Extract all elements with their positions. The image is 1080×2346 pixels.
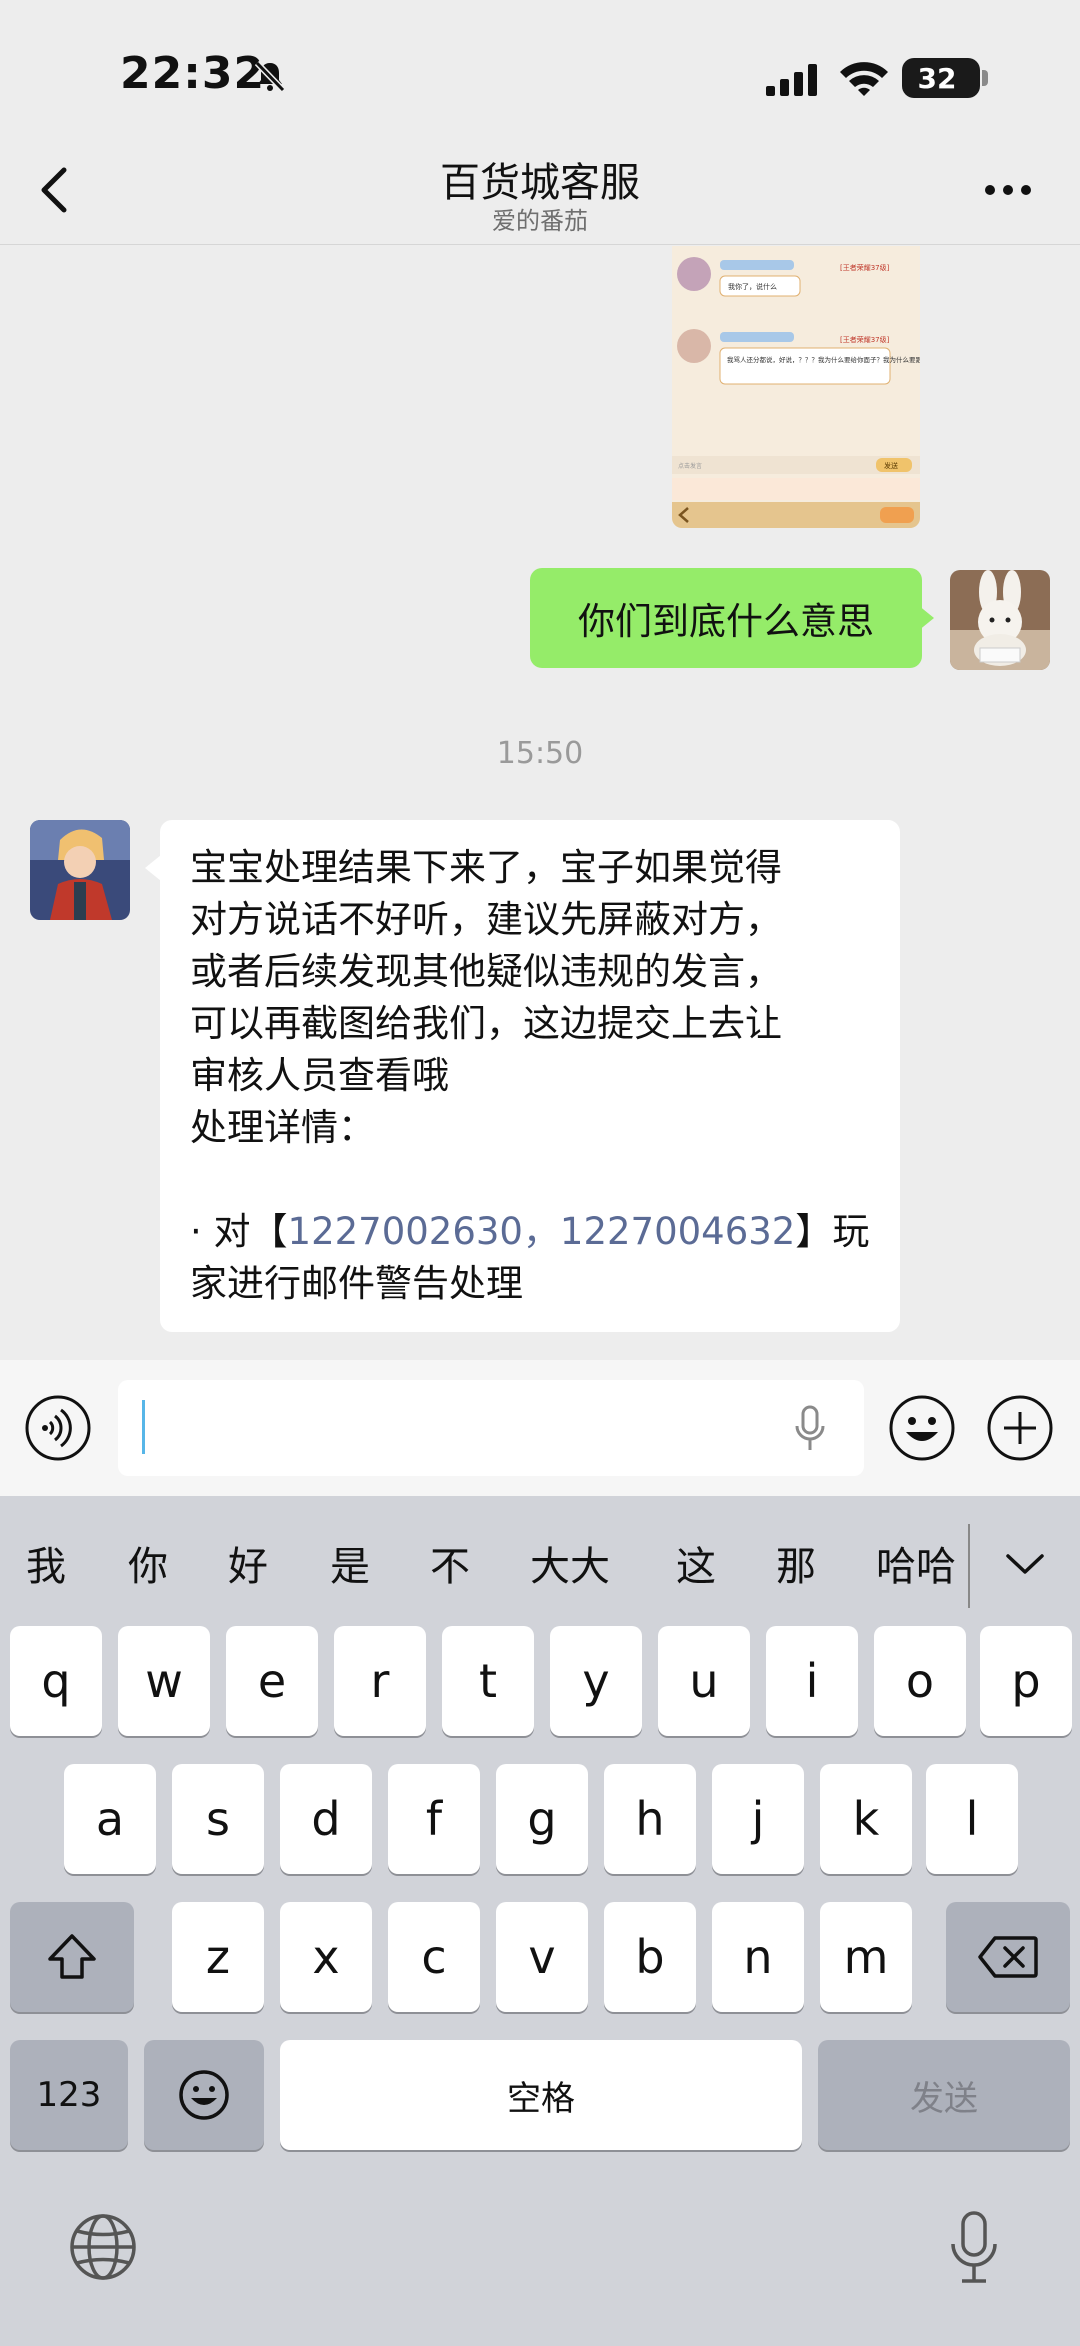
microphone-icon[interactable] bbox=[792, 1404, 828, 1454]
candidate-word[interactable]: 哈哈 bbox=[876, 1534, 956, 1592]
detail-suffix: 】玩 bbox=[795, 1210, 870, 1253]
detail-line-2: 家进行邮件警告处理 bbox=[190, 1262, 523, 1305]
emoji-button[interactable] bbox=[888, 1394, 956, 1462]
svg-text:我骂人还分都说，好说，？？？我为什么要给你面子？我为什么要跟: 我骂人还分都说，好说，？？？我为什么要给你面子？我为什么要跟你讲素质？ bbox=[727, 355, 920, 364]
screenshot-msg-2: 我骂人还分都说，好说，？？？我为什么要给你面子？我为什么要跟你讲素质？ bbox=[727, 355, 920, 364]
key-e[interactable]: e bbox=[226, 1626, 318, 1736]
agent-avatar-image bbox=[30, 820, 130, 920]
key-f[interactable]: f bbox=[388, 1764, 480, 1874]
my-bubble-tail bbox=[918, 605, 934, 631]
agent-message-line: 可以再截图给我们，这边提交上去让 bbox=[190, 1002, 782, 1045]
key-h[interactable]: h bbox=[604, 1764, 696, 1874]
key-k[interactable]: k bbox=[820, 1764, 912, 1874]
text-caret bbox=[142, 1400, 145, 1454]
screenshot-thumbnail: [王者荣耀37级] 我你了，说什么 [王者荣耀37级] 我骂人还分都说，好说，？… bbox=[672, 246, 920, 528]
candidate-word[interactable]: 是 bbox=[330, 1534, 370, 1592]
emoji-keyboard-icon bbox=[179, 2070, 229, 2120]
agent-message-bubble[interactable]: 宝宝处理结果下来了，宝子如果觉得 对方说话不好听，建议先屏蔽对方， 或者后续发现… bbox=[160, 820, 900, 1332]
send-key[interactable]: 发送 bbox=[818, 2040, 1070, 2150]
backspace-key[interactable] bbox=[946, 1902, 1070, 2012]
screenshot-send: 发送 bbox=[884, 461, 898, 470]
candidate-word[interactable]: 那 bbox=[776, 1534, 816, 1592]
bunny-avatar-image bbox=[950, 570, 1050, 670]
player-avatar-1 bbox=[677, 257, 711, 291]
detail-prefix: · 对【 bbox=[190, 1210, 288, 1253]
key-l[interactable]: l bbox=[926, 1764, 1018, 1874]
key-d[interactable]: d bbox=[280, 1764, 372, 1874]
shift-icon bbox=[48, 1934, 96, 1979]
key-n[interactable]: n bbox=[712, 1902, 804, 2012]
chat-subtitle: 爱的番茄 bbox=[492, 207, 588, 235]
globe-icon[interactable] bbox=[68, 2212, 138, 2282]
agent-message-line: 审核人员查看哦 bbox=[190, 1054, 449, 1097]
message-timestamp: 15:50 bbox=[496, 736, 584, 771]
screenshot-tag-2: [王者荣耀37级] bbox=[840, 335, 890, 344]
key-t[interactable]: t bbox=[442, 1626, 534, 1736]
screenshot-tag-1: [王者荣耀37级] bbox=[840, 263, 890, 272]
detail-line: · 对【1227002630，1227004632】玩 bbox=[190, 1206, 872, 1258]
key-p[interactable]: p bbox=[980, 1626, 1072, 1736]
key-y[interactable]: y bbox=[550, 1626, 642, 1736]
numbers-key[interactable]: 123 bbox=[10, 2040, 128, 2150]
battery-level: 32 bbox=[917, 61, 957, 95]
agent-message-line: 或者后续发现其他疑似违规的发言， bbox=[190, 950, 782, 993]
expand-candidates-button[interactable] bbox=[1002, 1548, 1048, 1578]
key-o[interactable]: o bbox=[874, 1626, 966, 1736]
battery-indicator: 32 bbox=[902, 58, 980, 98]
shift-key[interactable] bbox=[10, 1902, 134, 2012]
key-j[interactable]: j bbox=[712, 1764, 804, 1874]
agent-message-line: 对方说话不好听，建议先屏蔽对方， bbox=[190, 898, 782, 941]
key-i[interactable]: i bbox=[766, 1626, 858, 1736]
key-q[interactable]: q bbox=[10, 1626, 102, 1736]
image-message[interactable]: [王者荣耀37级] 我你了，说什么 [王者荣耀37级] 我骂人还分都说，好说，？… bbox=[672, 246, 920, 528]
candidate-word[interactable]: 不 bbox=[430, 1534, 470, 1592]
chat-title: 百货城客服 bbox=[440, 160, 640, 206]
backspace-icon bbox=[978, 1936, 1038, 1978]
cellular-signal-icon bbox=[766, 64, 817, 96]
key-m[interactable]: m bbox=[820, 1902, 912, 2012]
key-r[interactable]: r bbox=[334, 1626, 426, 1736]
candidate-word[interactable]: 好 bbox=[228, 1534, 268, 1592]
my-avatar[interactable] bbox=[950, 570, 1050, 670]
key-u[interactable]: u bbox=[658, 1626, 750, 1736]
status-time: 22:32 bbox=[120, 48, 266, 99]
agent-avatar[interactable] bbox=[30, 820, 130, 920]
more-options-button[interactable] bbox=[982, 180, 1034, 200]
plus-button[interactable] bbox=[986, 1394, 1054, 1462]
agent-message-line: 处理详情： bbox=[190, 1106, 375, 1149]
candidate-word[interactable]: 大大 bbox=[530, 1534, 610, 1592]
my-message-bubble[interactable]: 你们到底什么意思 bbox=[530, 568, 922, 668]
agent-bubble-tail bbox=[145, 855, 161, 881]
screenshot-msg-1: 我你了，说什么 bbox=[728, 282, 777, 291]
key-s[interactable]: s bbox=[172, 1764, 264, 1874]
screenshot-input: 点击发言 bbox=[678, 462, 702, 470]
message-input[interactable] bbox=[118, 1380, 864, 1476]
key-g[interactable]: g bbox=[496, 1764, 588, 1874]
dictation-microphone-icon[interactable] bbox=[948, 2210, 1000, 2286]
space-key[interactable]: 空格 bbox=[280, 2040, 802, 2150]
player-ids[interactable]: 1227002630，1227004632 bbox=[288, 1210, 796, 1253]
silent-bell-icon bbox=[254, 60, 286, 93]
agent-message-line: 宝宝处理结果下来了，宝子如果觉得 bbox=[190, 846, 782, 889]
wifi-icon bbox=[840, 62, 888, 96]
key-c[interactable]: c bbox=[388, 1902, 480, 2012]
key-w[interactable]: w bbox=[118, 1626, 210, 1736]
key-x[interactable]: x bbox=[280, 1902, 372, 2012]
key-v[interactable]: v bbox=[496, 1902, 588, 2012]
key-z[interactable]: z bbox=[172, 1902, 264, 2012]
key-b[interactable]: b bbox=[604, 1902, 696, 2012]
candidate-separator bbox=[968, 1524, 970, 1608]
battery-tip bbox=[982, 70, 988, 86]
candidate-word[interactable]: 我 bbox=[26, 1534, 66, 1592]
candidate-word[interactable]: 这 bbox=[676, 1534, 716, 1592]
key-a[interactable]: a bbox=[64, 1764, 156, 1874]
voice-input-button[interactable] bbox=[24, 1394, 92, 1462]
candidate-word[interactable]: 你 bbox=[128, 1534, 168, 1592]
emoji-key[interactable] bbox=[144, 2040, 264, 2150]
player-avatar-2 bbox=[677, 329, 711, 363]
